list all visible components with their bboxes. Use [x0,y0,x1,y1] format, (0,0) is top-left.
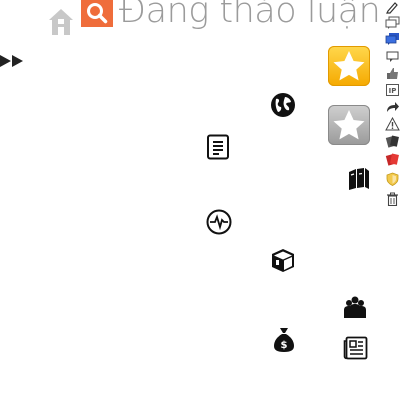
thumbs-up-icon[interactable] [385,66,400,80]
document-icon[interactable] [206,134,230,160]
star-icon [333,51,365,81]
favorite-off-button[interactable] [328,105,370,145]
star-icon [333,110,365,140]
comments-icon[interactable] [385,16,400,30]
favorite-on-button[interactable] [328,46,370,86]
books-icon[interactable] [347,166,371,191]
box-icon[interactable] [270,247,296,273]
money-bag-icon[interactable]: $ [273,327,295,353]
fast-forward-icon[interactable] [0,55,26,67]
warning-icon[interactable] [385,117,400,131]
share-icon[interactable] [385,100,400,114]
edit-icon[interactable] [385,0,400,14]
activity-icon[interactable] [206,209,232,235]
chat-icon[interactable] [385,32,400,46]
trash-icon[interactable] [385,192,400,206]
page-title: Đang thảo luận [119,0,381,31]
ip-icon[interactable]: IP [385,83,400,97]
home-icon[interactable] [48,8,74,36]
discussion-page: Đang thảo luận $ IP [0,0,400,400]
right-toolbar: IP [385,0,400,210]
search-icon [87,3,108,24]
cards-icon[interactable] [385,134,400,148]
speech-bubble-icon[interactable] [385,50,400,64]
globe-icon[interactable] [270,92,296,118]
svg-text:IP: IP [389,87,397,95]
red-card-icon[interactable] [385,152,400,166]
svg-text:$: $ [281,340,288,351]
shield-icon[interactable] [385,172,400,186]
search-button[interactable] [81,0,113,27]
newspaper-icon[interactable] [343,336,368,360]
community-icon[interactable] [342,295,368,319]
